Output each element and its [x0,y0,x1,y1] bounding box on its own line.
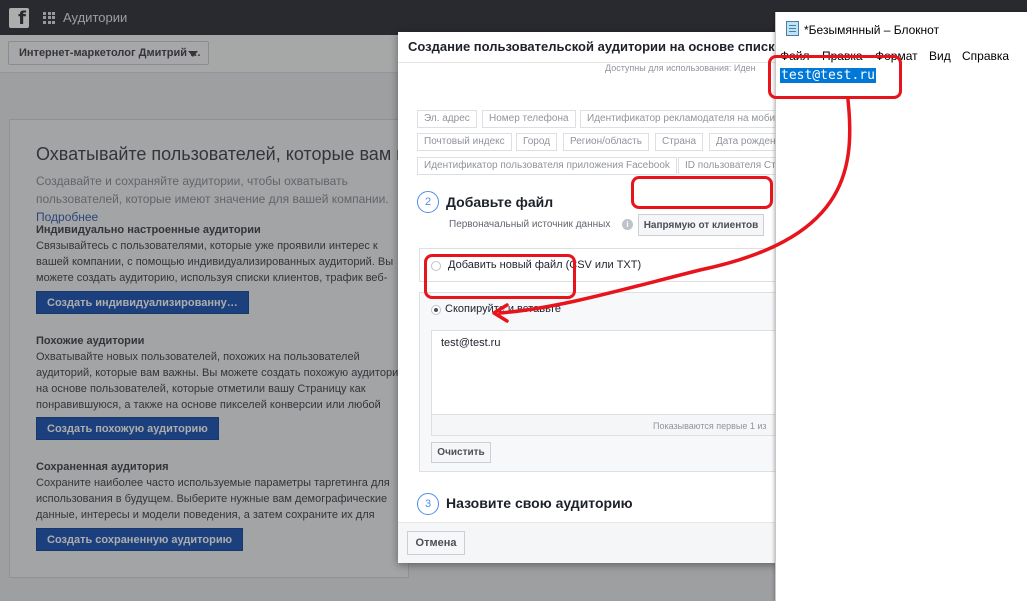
dialog-footer: Отмена [398,522,778,563]
step-number-2: 2 [417,191,439,213]
step-number-3: 3 [417,493,439,515]
menu-help[interactable]: Справка [962,49,1009,63]
identifier-chip: Идентификатор рекламодателя на мобил [580,110,778,128]
highlight-copy-paste [424,254,576,299]
identifier-chip: Дата рожден [709,133,778,151]
available-identifiers-note: Доступны для использования: Иден [605,63,756,73]
identifier-chip: Идентификатор пользователя приложения Fa… [417,157,677,175]
dialog-title: Создание пользовательской аудитории на о… [408,39,778,54]
info-icon[interactable]: i [622,219,633,230]
identifier-chip: Страна [655,133,704,151]
identifier-chip: Регион/область [563,133,649,151]
option-copy-paste-label: Скопируйте и вставьте [445,303,562,315]
rows-shown-note: Показываются первые 1 из [653,421,767,431]
data-source-label: Первоначальный источник данных [449,219,611,230]
paste-footer: Показываются первые 1 из [431,414,778,436]
identifier-chip: Эл. адрес [417,110,477,128]
clear-button[interactable]: Очистить [431,442,491,463]
dialog-header: Создание пользовательской аудитории на о… [398,32,778,63]
identifier-chip: Почтовый индекс [417,133,512,151]
step-title-add-file: Добавьте файл [446,194,554,210]
pasted-email: test@test.ru [441,337,501,349]
identifier-chip: Город [516,133,558,151]
notepad-icon [786,21,799,36]
highlight-notepad-email [768,55,902,99]
radio-copy-paste[interactable] [431,305,441,315]
notepad-titlebar[interactable]: *Безымянный – Блокнот [776,12,1027,44]
highlight-source-button [631,176,773,209]
menu-view[interactable]: Вид [929,49,951,63]
notepad-window: *Безымянный – Блокнот Файл Правка Формат… [775,12,1027,601]
cancel-button[interactable]: Отмена [407,531,465,555]
identifier-chip: Номер телефона [482,110,576,128]
step-title-name-audience: Назовите свою аудиторию [446,495,633,511]
notepad-title: *Безымянный – Блокнот [804,23,940,37]
data-source-button[interactable]: Напрямую от клиентов [638,214,764,236]
identifier-chip: ID пользователя Стр [678,157,778,175]
